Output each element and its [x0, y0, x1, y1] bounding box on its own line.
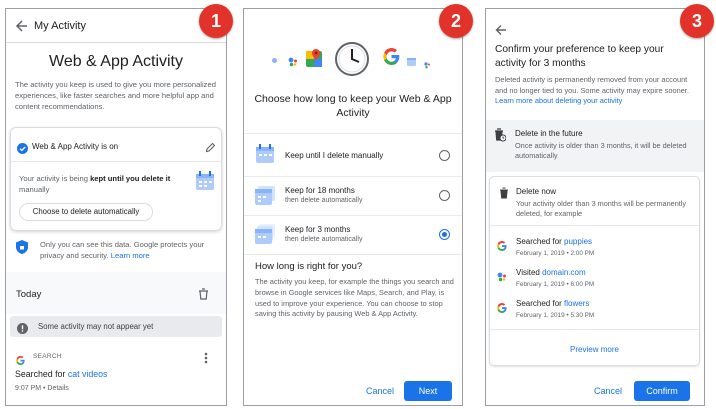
auto-delete-button[interactable]: Choose to delete automatically	[19, 203, 153, 221]
now-description: Your activity older than 3 months will b…	[516, 199, 687, 219]
google-g-icon	[16, 352, 25, 365]
example-item-date: February 1, 2019 • 5:30 PM	[516, 312, 595, 319]
next-button[interactable]: Next	[404, 381, 452, 401]
google-g-large-icon	[383, 48, 400, 65]
option-keep-18-months[interactable]: Keep for 18 months then delete automatic…	[244, 177, 462, 215]
option-radio[interactable]	[439, 190, 450, 201]
delete-future-section: Delete in the future Once activity is ol…	[486, 120, 704, 172]
activity-notice: Some activity may not appear yet	[10, 316, 222, 337]
options-divider-top	[244, 133, 462, 134]
retention-text: Your activity is being kept until you de…	[19, 174, 171, 194]
now-title: Delete now	[516, 187, 557, 196]
option-radio[interactable]	[439, 229, 450, 240]
example-item-link[interactable]: domain.com	[542, 268, 586, 277]
options-divider-bottom	[244, 254, 462, 255]
card-divider	[490, 329, 699, 330]
confirm-preference-screen: Confirm your preference to keep your act…	[485, 8, 705, 406]
calendar-stack-icon	[254, 184, 276, 206]
my-activity-screen: My Activity Web & App Activity The activ…	[5, 8, 227, 406]
option-radio[interactable]	[439, 150, 450, 161]
alert-icon	[17, 321, 28, 334]
retention-question: Choose how long to keep your Web & App A…	[254, 93, 452, 119]
future-title: Delete in the future	[515, 129, 583, 138]
intro-text: The activity you keep is used to give yo…	[15, 80, 216, 111]
card-divider	[11, 161, 221, 162]
delete-now-card: Delete now Your activity older than 3 mo…	[489, 176, 700, 366]
today-section: Today	[6, 272, 226, 314]
example-item-date: February 1, 2019 • 6:00 PM	[516, 281, 595, 288]
maps-icon	[306, 49, 322, 67]
clock-icon	[335, 42, 369, 76]
example-item-link[interactable]: flowers	[564, 299, 589, 308]
activity-setting-card: Web & App Activity is on Your activity i…	[10, 127, 222, 231]
hero-illustration	[244, 39, 462, 89]
shield-icon	[16, 240, 28, 254]
privacy-text: Only you can see this data. Google prote…	[40, 240, 205, 260]
step-badge: 3	[680, 4, 714, 38]
back-arrow-icon[interactable]	[495, 23, 507, 35]
confirm-title: Confirm your preference to keep your act…	[495, 44, 664, 69]
today-label: Today	[16, 289, 42, 300]
card-divider	[490, 225, 699, 226]
learn-more-link[interactable]: Learn more	[111, 251, 150, 260]
trash-icon[interactable]	[198, 287, 209, 300]
back-arrow-icon[interactable]	[15, 19, 29, 33]
trash-icon	[499, 186, 509, 199]
app-bar-title: My Activity	[34, 20, 86, 32]
edit-pencil-icon[interactable]	[205, 140, 216, 153]
assistant-dots-icon	[424, 56, 431, 69]
dot-icon	[272, 58, 277, 63]
example-item-title: Searched for flowers	[516, 299, 590, 308]
page-title: Web & App Activity	[49, 53, 183, 70]
choose-retention-screen: Choose how long to keep your Web & App A…	[243, 8, 463, 406]
notice-text: Some activity may not appear yet	[38, 322, 154, 331]
confirm-button[interactable]: Confirm	[634, 381, 690, 401]
learn-more-deleting-link[interactable]: Learn more about deleting your activity	[495, 96, 622, 105]
option-title: Keep for 3 months	[285, 225, 351, 234]
calendar-icon	[254, 143, 276, 165]
more-vert-icon[interactable]	[204, 351, 208, 364]
calendar-stack-icon	[254, 223, 276, 245]
google-g-icon	[497, 300, 507, 313]
calendar-icon	[194, 170, 216, 192]
screenshot-stage: My Activity Web & App Activity The activ…	[0, 0, 716, 409]
google-g-icon	[497, 238, 507, 251]
info-body: The activity you keep, for example the t…	[255, 277, 454, 319]
option-keep-manual[interactable]: Keep until I delete manually	[244, 135, 462, 175]
cancel-button[interactable]: Cancel	[583, 386, 633, 396]
setting-status-label: Web & App Activity is on	[32, 142, 119, 151]
example-item-title: Searched for puppies	[516, 237, 593, 246]
step-badge: 2	[439, 4, 473, 38]
option-title: Keep for 18 months	[285, 186, 355, 195]
activity-item-meta: 9:07 PM • Details	[15, 385, 69, 392]
assistant-icon	[497, 269, 507, 282]
preview-more-button[interactable]: Preview more	[490, 345, 699, 354]
option-keep-3-months[interactable]: Keep for 3 months then delete automatica…	[244, 216, 462, 254]
activity-item-title[interactable]: Searched for cat videos	[15, 369, 107, 379]
activity-query-link[interactable]: cat videos	[68, 369, 108, 379]
item-source-label: SEARCH	[33, 353, 62, 360]
trash-clock-icon	[494, 128, 507, 142]
option-title: Keep until I delete manually	[285, 151, 384, 160]
option-subtitle: then delete automatically	[285, 197, 363, 204]
radio-selected-dot	[441, 231, 447, 237]
check-circle-icon	[17, 141, 28, 154]
future-description: Once activity is older than 3 months, it…	[515, 141, 687, 161]
confirm-description: Deleted activity is permanently removed …	[495, 75, 689, 106]
app-bar: My Activity	[6, 9, 226, 43]
info-heading: How long is right for you?	[255, 261, 363, 272]
small-calendar-icon	[407, 53, 416, 66]
step-badge: 1	[199, 4, 233, 38]
example-item-link[interactable]: puppies	[564, 237, 592, 246]
cancel-button[interactable]: Cancel	[356, 386, 404, 396]
example-item-title: Visited domain.com	[516, 268, 586, 277]
option-subtitle: then delete automatically	[285, 236, 363, 243]
assistant-icon	[288, 54, 298, 67]
example-item-date: February 1, 2019 • 2:00 PM	[516, 250, 595, 257]
